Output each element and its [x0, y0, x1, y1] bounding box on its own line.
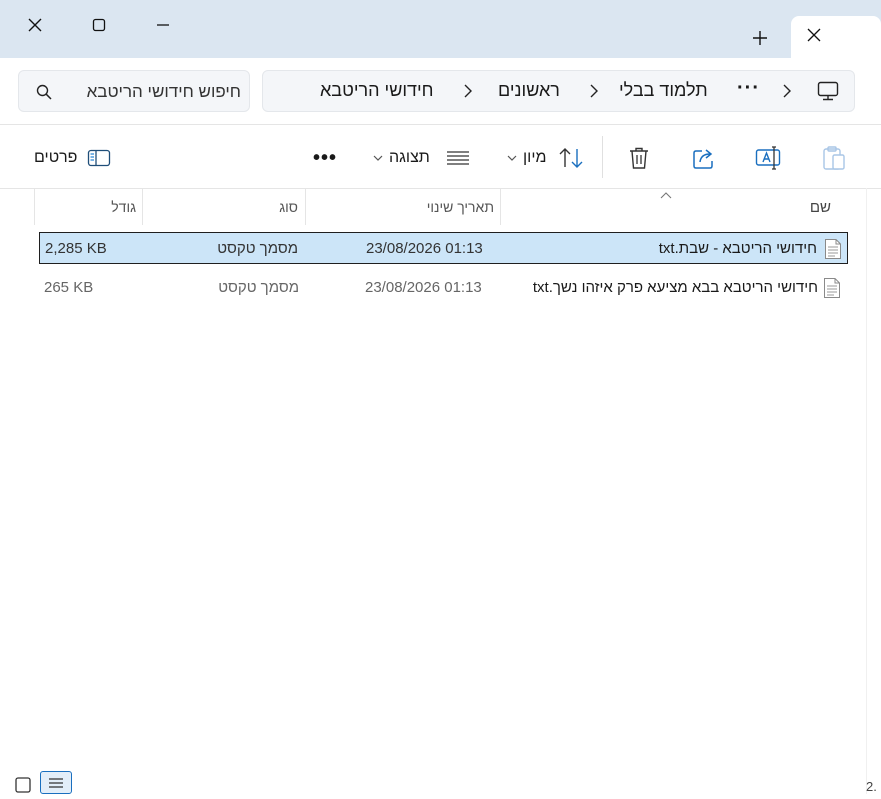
maximize-window-button[interactable] [76, 5, 122, 45]
active-tab[interactable] [791, 16, 881, 62]
column-modified-label: תאריך שינוי [426, 199, 494, 215]
column-separator[interactable] [305, 189, 306, 225]
status-fragment: 2. [866, 779, 877, 794]
chevron-down-icon [507, 155, 517, 161]
file-modified: 23/08/2026 01:13 [365, 279, 482, 296]
close-window-button[interactable] [12, 5, 58, 45]
rename-icon [755, 146, 781, 170]
file-size: 265 KB [44, 279, 94, 296]
share-button[interactable] [692, 138, 716, 178]
sort-label: מיון [523, 149, 547, 166]
column-name-label: שם [809, 198, 831, 216]
column-header-modified[interactable]: תאריך שינוי [306, 189, 494, 225]
details-view-icon [49, 778, 63, 788]
column-header-name[interactable]: שם [501, 189, 831, 225]
tiles-view-button[interactable] [14, 776, 32, 799]
text-file-icon [824, 278, 840, 298]
maximize-icon [92, 18, 106, 32]
breadcrumb-item-talmud[interactable]: תלמוד בבלי [619, 80, 708, 101]
details-view-button[interactable] [40, 771, 72, 794]
paste-button[interactable] [822, 138, 846, 178]
breadcrumb-item-current[interactable]: חידושי הריטבא [320, 80, 434, 101]
column-separator[interactable] [500, 189, 501, 225]
close-icon [28, 18, 42, 32]
file-modified: 23/08/2026 01:13 [366, 240, 483, 257]
column-size-label: גודל [111, 199, 136, 215]
chevron-right-icon [464, 84, 472, 98]
view-label: תצוגה [389, 149, 430, 166]
delete-button[interactable] [627, 138, 651, 178]
tiles-view-icon [15, 777, 31, 793]
close-icon [807, 28, 821, 42]
monitor-icon [817, 81, 839, 101]
chevron-right-icon [590, 84, 598, 98]
file-type: מסמך טקסט [218, 279, 299, 296]
search-icon [36, 84, 52, 100]
plus-icon [753, 31, 767, 45]
chevron-down-icon [373, 155, 383, 161]
clipboard-icon [823, 146, 845, 170]
breadcrumb-more-button[interactable]: ··· [737, 77, 760, 100]
this-pc-button[interactable] [817, 81, 839, 106]
column-header-type[interactable]: סוג [143, 189, 298, 225]
new-tab-button[interactable] [737, 18, 783, 58]
column-separator[interactable] [142, 189, 143, 225]
more-options-button[interactable]: ••• [313, 138, 337, 178]
search-input[interactable] [71, 79, 243, 105]
file-name: חידושי הריטבא בבא מציעא פרק איזהו נשך.tx… [532, 279, 818, 296]
chevron-right-icon [783, 84, 791, 98]
minimize-window-button[interactable] [140, 5, 186, 45]
list-view-icon [446, 151, 469, 165]
minimize-icon [157, 24, 169, 26]
breadcrumb-item-rishonim[interactable]: ראשונים [498, 80, 560, 101]
file-name: חידושי הריטבא - שבת.txt [658, 240, 817, 257]
scrollbar-track[interactable] [866, 188, 881, 794]
breadcrumb[interactable]: ··· תלמוד בבלי ראשונים חידושי הריטבא [262, 70, 855, 112]
file-size: 2,285 KB [45, 240, 107, 257]
column-separator[interactable] [34, 189, 35, 225]
details-pane-icon [88, 149, 111, 167]
table-row[interactable]: חידושי הריטבא - שבת.txt 23/08/2026 01:13… [39, 232, 848, 264]
view-button[interactable]: תצוגה [373, 138, 470, 178]
search-box[interactable] [18, 70, 250, 112]
details-label: פרטים [34, 149, 78, 166]
table-row[interactable]: חידושי הריטבא בבא מציעא פרק איזהו נשך.tx… [39, 272, 848, 304]
details-pane-button[interactable]: פרטים [34, 138, 111, 178]
share-icon [693, 149, 713, 169]
column-type-label: סוג [279, 199, 298, 215]
trash-icon [630, 147, 648, 169]
tab-close-button[interactable] [807, 28, 821, 47]
file-type: מסמך טקסט [217, 240, 298, 257]
rename-button[interactable] [755, 138, 781, 178]
sort-button[interactable]: מיון [507, 138, 584, 178]
toolbar-separator [602, 136, 603, 178]
address-divider [0, 124, 881, 125]
sort-icon [559, 148, 583, 168]
text-file-icon [825, 239, 841, 259]
column-header-size[interactable]: גודל [35, 189, 136, 225]
